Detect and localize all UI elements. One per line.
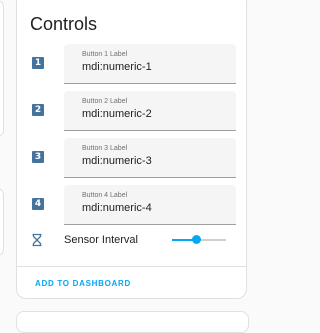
- field-label: Button 2 Label: [82, 98, 128, 105]
- field-label: Button 1 Label: [82, 51, 128, 58]
- button-4-field[interactable]: Button 4 Label mdi:numeric-4: [64, 185, 236, 225]
- next-card-edge: [16, 311, 249, 333]
- button-row-2: 2 Button 2 Label mdi:numeric-2: [17, 91, 248, 131]
- adjacent-card-edge: [0, 0, 4, 137]
- field-value: mdi:numeric-1: [82, 61, 152, 73]
- button-row-4: 4 Button 4 Label mdi:numeric-4: [17, 185, 248, 225]
- sensor-interval-label: Sensor Interval: [64, 234, 138, 246]
- card-title: Controls: [30, 14, 98, 34]
- sensor-interval-row: Sensor Interval: [17, 228, 248, 252]
- numeric-1-box-icon: 1: [32, 57, 44, 69]
- field-label: Button 4 Label: [82, 192, 128, 199]
- numeric-3-box-icon: 3: [32, 151, 44, 163]
- numeric-2-box-icon: 2: [32, 104, 44, 116]
- field-value: mdi:numeric-4: [82, 202, 152, 214]
- card-divider: [17, 266, 246, 267]
- sensor-interval-slider[interactable]: [172, 234, 226, 246]
- button-3-field[interactable]: Button 3 Label mdi:numeric-3: [64, 138, 236, 178]
- numeric-4-box-icon: 4: [32, 198, 44, 210]
- button-2-field[interactable]: Button 2 Label mdi:numeric-2: [64, 91, 236, 131]
- button-row-1: 1 Button 1 Label mdi:numeric-1: [17, 44, 248, 84]
- hourglass-icon: [30, 233, 44, 247]
- field-value: mdi:numeric-3: [82, 155, 152, 167]
- slider-thumb[interactable]: [192, 235, 202, 244]
- button-1-field[interactable]: Button 1 Label mdi:numeric-1: [64, 44, 236, 84]
- add-to-dashboard-button[interactable]: ADD TO DASHBOARD: [35, 279, 131, 288]
- field-label: Button 3 Label: [82, 145, 128, 152]
- adjacent-card-edge: [0, 188, 4, 256]
- button-row-3: 3 Button 3 Label mdi:numeric-3: [17, 138, 248, 178]
- controls-card: Controls 1 Button 1 Label mdi:numeric-1 …: [16, 0, 247, 299]
- field-value: mdi:numeric-2: [82, 108, 152, 120]
